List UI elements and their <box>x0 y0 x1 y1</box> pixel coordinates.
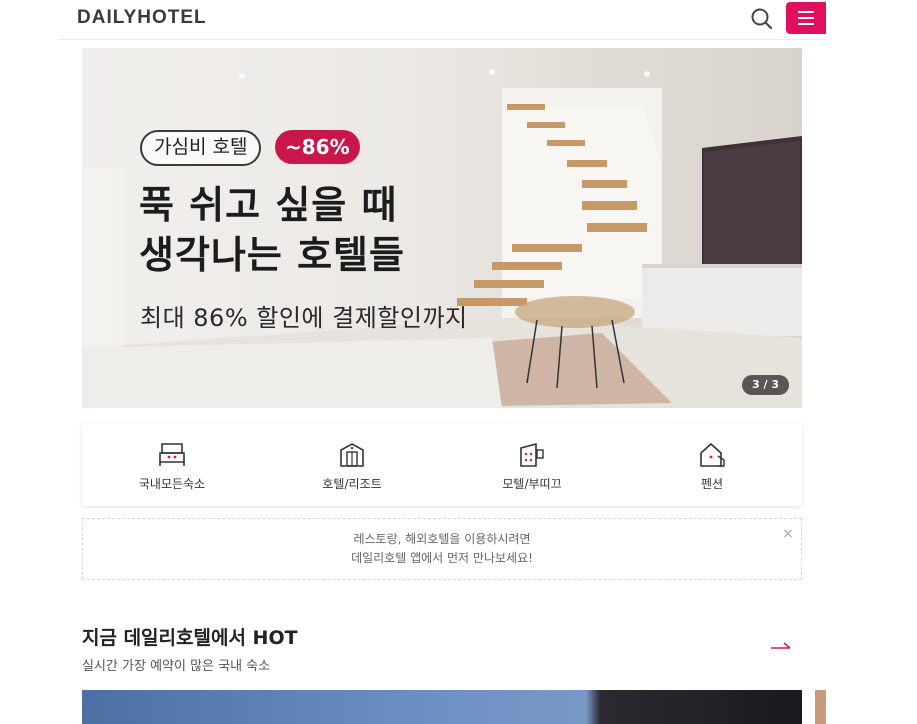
bed-icon <box>159 443 185 466</box>
notice-line-1: 레스토랑, 해외호텔을 이용하시려면 <box>353 532 531 546</box>
section-subtitle: 실시간 가장 예약이 많은 국내 숙소 <box>82 659 271 674</box>
banner-tag: 가심비 호텔 <box>140 130 262 166</box>
promo-banner[interactable]: 가심비 호텔 ~86% 푹 쉬고 싶을 때 생각나는 호텔들 최대 86% 할인… <box>82 48 802 408</box>
category-label: 국내모든숙소 <box>138 477 206 491</box>
pension-house-icon <box>700 442 725 467</box>
app-notice: 레스토랑, 해외호텔을 이용하시려면 데일리호텔 앱에서 먼저 만나보세요! × <box>82 518 802 580</box>
hotel-building-icon <box>340 443 364 467</box>
category-pension[interactable]: 펜션 <box>622 424 802 506</box>
banner-subtitle: 최대 86% 할인에 결제할인까지 <box>140 304 468 332</box>
category-label: 펜션 <box>700 477 724 491</box>
hot-hotel-card-next[interactable] <box>815 690 826 724</box>
notice-line-2: 데일리호텔 앱에서 먼저 만나보세요! <box>351 551 533 565</box>
logo[interactable]: DAILYHOTEL <box>77 7 207 29</box>
search-icon <box>751 8 773 30</box>
discount-badge: ~86% <box>275 130 360 164</box>
category-hotel-resort[interactable]: 호텔/리조트 <box>262 424 442 506</box>
menu-button[interactable] <box>786 2 826 34</box>
hot-hotel-card[interactable] <box>82 690 802 724</box>
category-motel-boutique[interactable]: 모텔/부띠끄 <box>442 424 622 506</box>
top-header: DAILYHOTEL <box>59 0 826 40</box>
see-more-button[interactable] <box>769 638 793 658</box>
category-label: 모텔/부띠끄 <box>502 477 562 491</box>
close-icon[interactable]: × <box>782 525 794 544</box>
category-all-stays[interactable]: 국내모든숙소 <box>82 424 262 506</box>
section-title: 지금 데일리호텔에서 HOT <box>82 627 298 649</box>
search-button[interactable] <box>749 6 775 32</box>
banner-pager: 3 / 3 <box>742 375 789 395</box>
category-label: 호텔/리조트 <box>322 477 382 491</box>
category-bar: 국내모든숙소 호텔/리조트 모텔/부띠끄 펜션 <box>82 424 802 506</box>
motel-building-icon <box>520 442 544 467</box>
arrow-right-icon <box>771 642 791 649</box>
hamburger-menu-icon <box>798 11 814 13</box>
banner-title: 푹 쉬고 싶을 때 생각나는 호텔들 <box>139 183 405 277</box>
